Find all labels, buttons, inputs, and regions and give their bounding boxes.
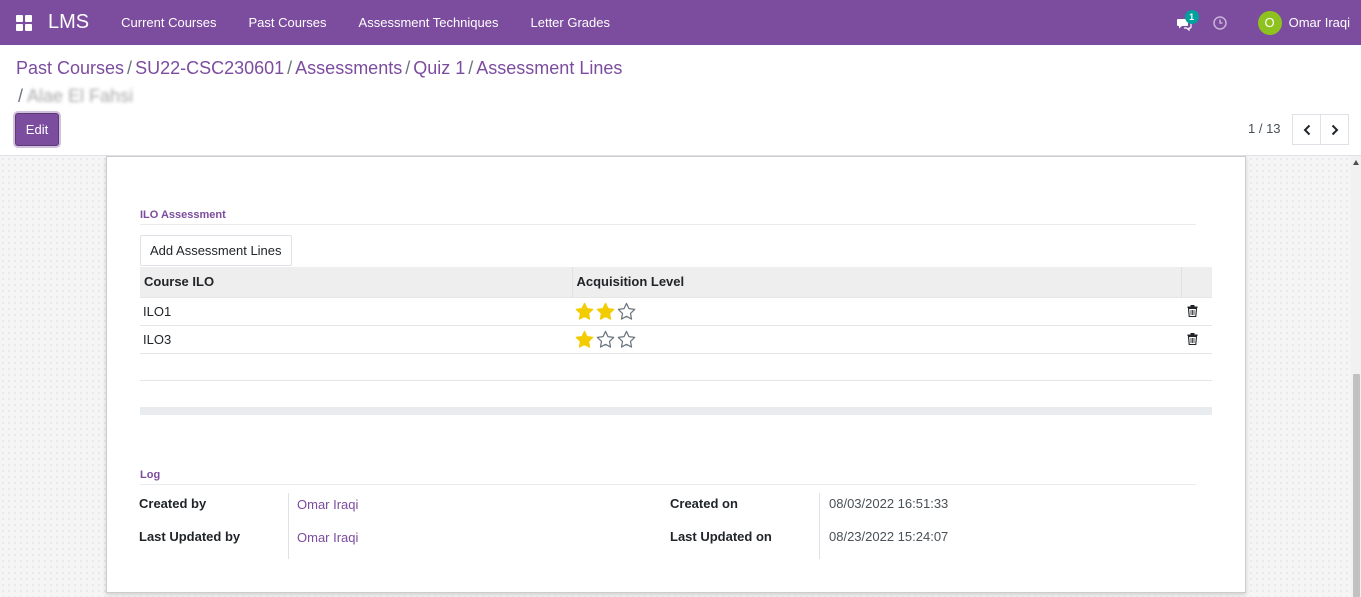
pager-buttons — [1292, 114, 1349, 145]
star-empty-icon[interactable] — [617, 302, 636, 321]
menu-assessment-techniques[interactable]: Assessment Techniques — [343, 15, 515, 30]
menu-letter-grades[interactable]: Letter Grades — [515, 15, 627, 30]
log-section-divider — [140, 484, 1196, 485]
control-panel: Past Courses / SU22-CSC230601/Assessments /… — [0, 45, 1361, 156]
column-header-actions — [1181, 267, 1212, 297]
scroll-up-arrow-icon[interactable] — [1353, 160, 1359, 165]
activity-clock-icon[interactable] — [1212, 15, 1228, 31]
breadcrumb-assessments[interactable]: Assessments — [295, 58, 402, 78]
menu-past-courses[interactable]: Past Courses — [233, 15, 343, 30]
chevron-right-icon — [1331, 124, 1338, 135]
updated-by-value[interactable]: Omar Iraqi — [297, 530, 358, 545]
updated-on-value: 08/23/2022 15:24:07 — [829, 529, 949, 544]
menu-current-courses[interactable]: Current Courses — [105, 15, 232, 30]
breadcrumb-course[interactable]: SU22-CSC230601 — [135, 58, 284, 78]
breadcrumb: Past Courses / SU22-CSC230601/Assessments /… — [16, 58, 623, 78]
breadcrumb-past-courses[interactable]: Past Courses — [16, 58, 124, 78]
created-on-label: Created on — [670, 496, 738, 511]
star-filled-icon[interactable] — [575, 330, 594, 349]
ilo-section-title: ILO Assessment — [140, 209, 226, 221]
empty-row — [140, 352, 1212, 381]
user-avatar[interactable]: O — [1257, 10, 1282, 35]
vertical-scrollbar[interactable] — [1351, 156, 1361, 597]
star-filled-icon[interactable] — [596, 302, 615, 321]
table-row[interactable]: ILO3 — [140, 324, 1212, 353]
messages-button[interactable]: 1 — [1176, 9, 1199, 33]
edit-button[interactable]: Edit — [15, 113, 59, 146]
delete-row-trash-icon[interactable] — [1187, 333, 1198, 345]
table-row[interactable]: ILO1 — [140, 296, 1212, 325]
table-footer-bar — [140, 407, 1212, 415]
acquisition-level-stars — [575, 329, 1178, 349]
column-header-acquisition-level[interactable]: Acquisition Level — [572, 267, 1182, 297]
breadcrumb-quiz[interactable]: Quiz 1 — [413, 58, 465, 78]
breadcrumb-assessment-lines[interactable]: Assessment Lines — [476, 58, 622, 78]
log-divider-left — [288, 493, 289, 559]
course-ilo-cell[interactable]: ILO3 — [140, 324, 572, 353]
ilo-assessment-table: Course ILO Acquisition Level ILO1 ILO3 — [140, 267, 1212, 381]
ilo-section-divider — [140, 224, 1196, 225]
acquisition-level-stars — [575, 301, 1178, 321]
top-navbar: LMS Current Courses Past Courses Assessm… — [0, 0, 1361, 45]
delete-row-trash-icon[interactable] — [1187, 305, 1198, 317]
scrollbar-thumb[interactable] — [1353, 374, 1360, 597]
star-empty-icon[interactable] — [596, 330, 615, 349]
form-view: ILO Assessment Add Assessment Lines Cour… — [0, 156, 1351, 597]
course-ilo-cell[interactable]: ILO1 — [140, 296, 572, 325]
breadcrumb-current-record: Alae El Fahsi — [27, 86, 134, 106]
created-on-value: 08/03/2022 16:51:33 — [829, 496, 949, 511]
pager-previous-button[interactable] — [1292, 114, 1321, 145]
created-by-label: Created by — [139, 496, 207, 511]
messages-count-badge: 1 — [1184, 9, 1199, 24]
log-section-title: Log — [140, 469, 161, 481]
user-name[interactable]: Omar Iraqi — [1289, 15, 1350, 30]
pager-next-button[interactable] — [1320, 114, 1349, 145]
add-assessment-lines-button[interactable]: Add Assessment Lines — [140, 235, 292, 266]
breadcrumb-current: / Alae El Fahsi — [18, 86, 134, 106]
updated-on-label: Last Updated on — [670, 529, 772, 544]
form-sheet: ILO Assessment Add Assessment Lines Cour… — [106, 156, 1246, 593]
column-header-course-ilo[interactable]: Course ILO — [140, 267, 573, 297]
updated-by-label: Last Updated by — [139, 529, 241, 544]
star-empty-icon[interactable] — [617, 330, 636, 349]
pager-value[interactable]: 1 / 13 — [1248, 121, 1281, 136]
log-divider-right — [819, 493, 820, 559]
created-by-value[interactable]: Omar Iraqi — [297, 497, 358, 512]
app-brand[interactable]: LMS — [48, 11, 89, 34]
chevron-left-icon — [1303, 124, 1310, 135]
apps-grid-icon[interactable] — [16, 14, 32, 31]
star-filled-icon[interactable] — [575, 302, 594, 321]
